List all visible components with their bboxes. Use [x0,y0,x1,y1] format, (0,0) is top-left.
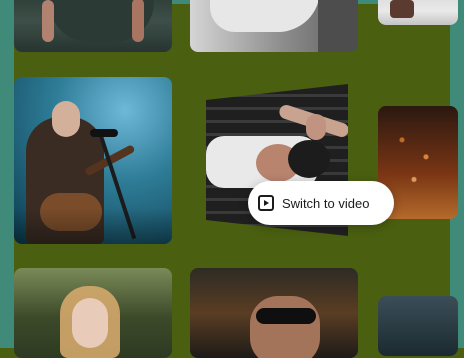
person-face [52,101,80,137]
background-shape [318,0,358,52]
media-image [378,296,458,356]
mic-icon [90,129,118,137]
arm-shape [42,0,54,42]
media-tile-top-right[interactable] [378,0,458,25]
person-face [72,298,108,348]
switch-to-video-label: Switch to video [282,195,370,211]
media-tile-bottom-left[interactable] [14,268,172,358]
left-frame-edge [0,0,14,348]
person-figure [390,0,414,18]
media-tile-bottom-right[interactable] [378,296,458,356]
video-icon [258,195,274,211]
crowd-overlay [14,208,172,244]
media-tile-top-left[interactable] [14,0,172,52]
arm-shape [132,0,144,42]
switch-to-video-button[interactable]: Switch to video [248,181,394,225]
sunglasses-shape [256,308,316,324]
hand-shape [306,114,326,140]
media-tile-bottom-center[interactable] [190,268,358,358]
hair-shape [288,140,330,178]
media-tile-singer[interactable] [14,77,172,244]
person-face [250,296,320,358]
media-tile-top-center[interactable] [190,0,358,52]
